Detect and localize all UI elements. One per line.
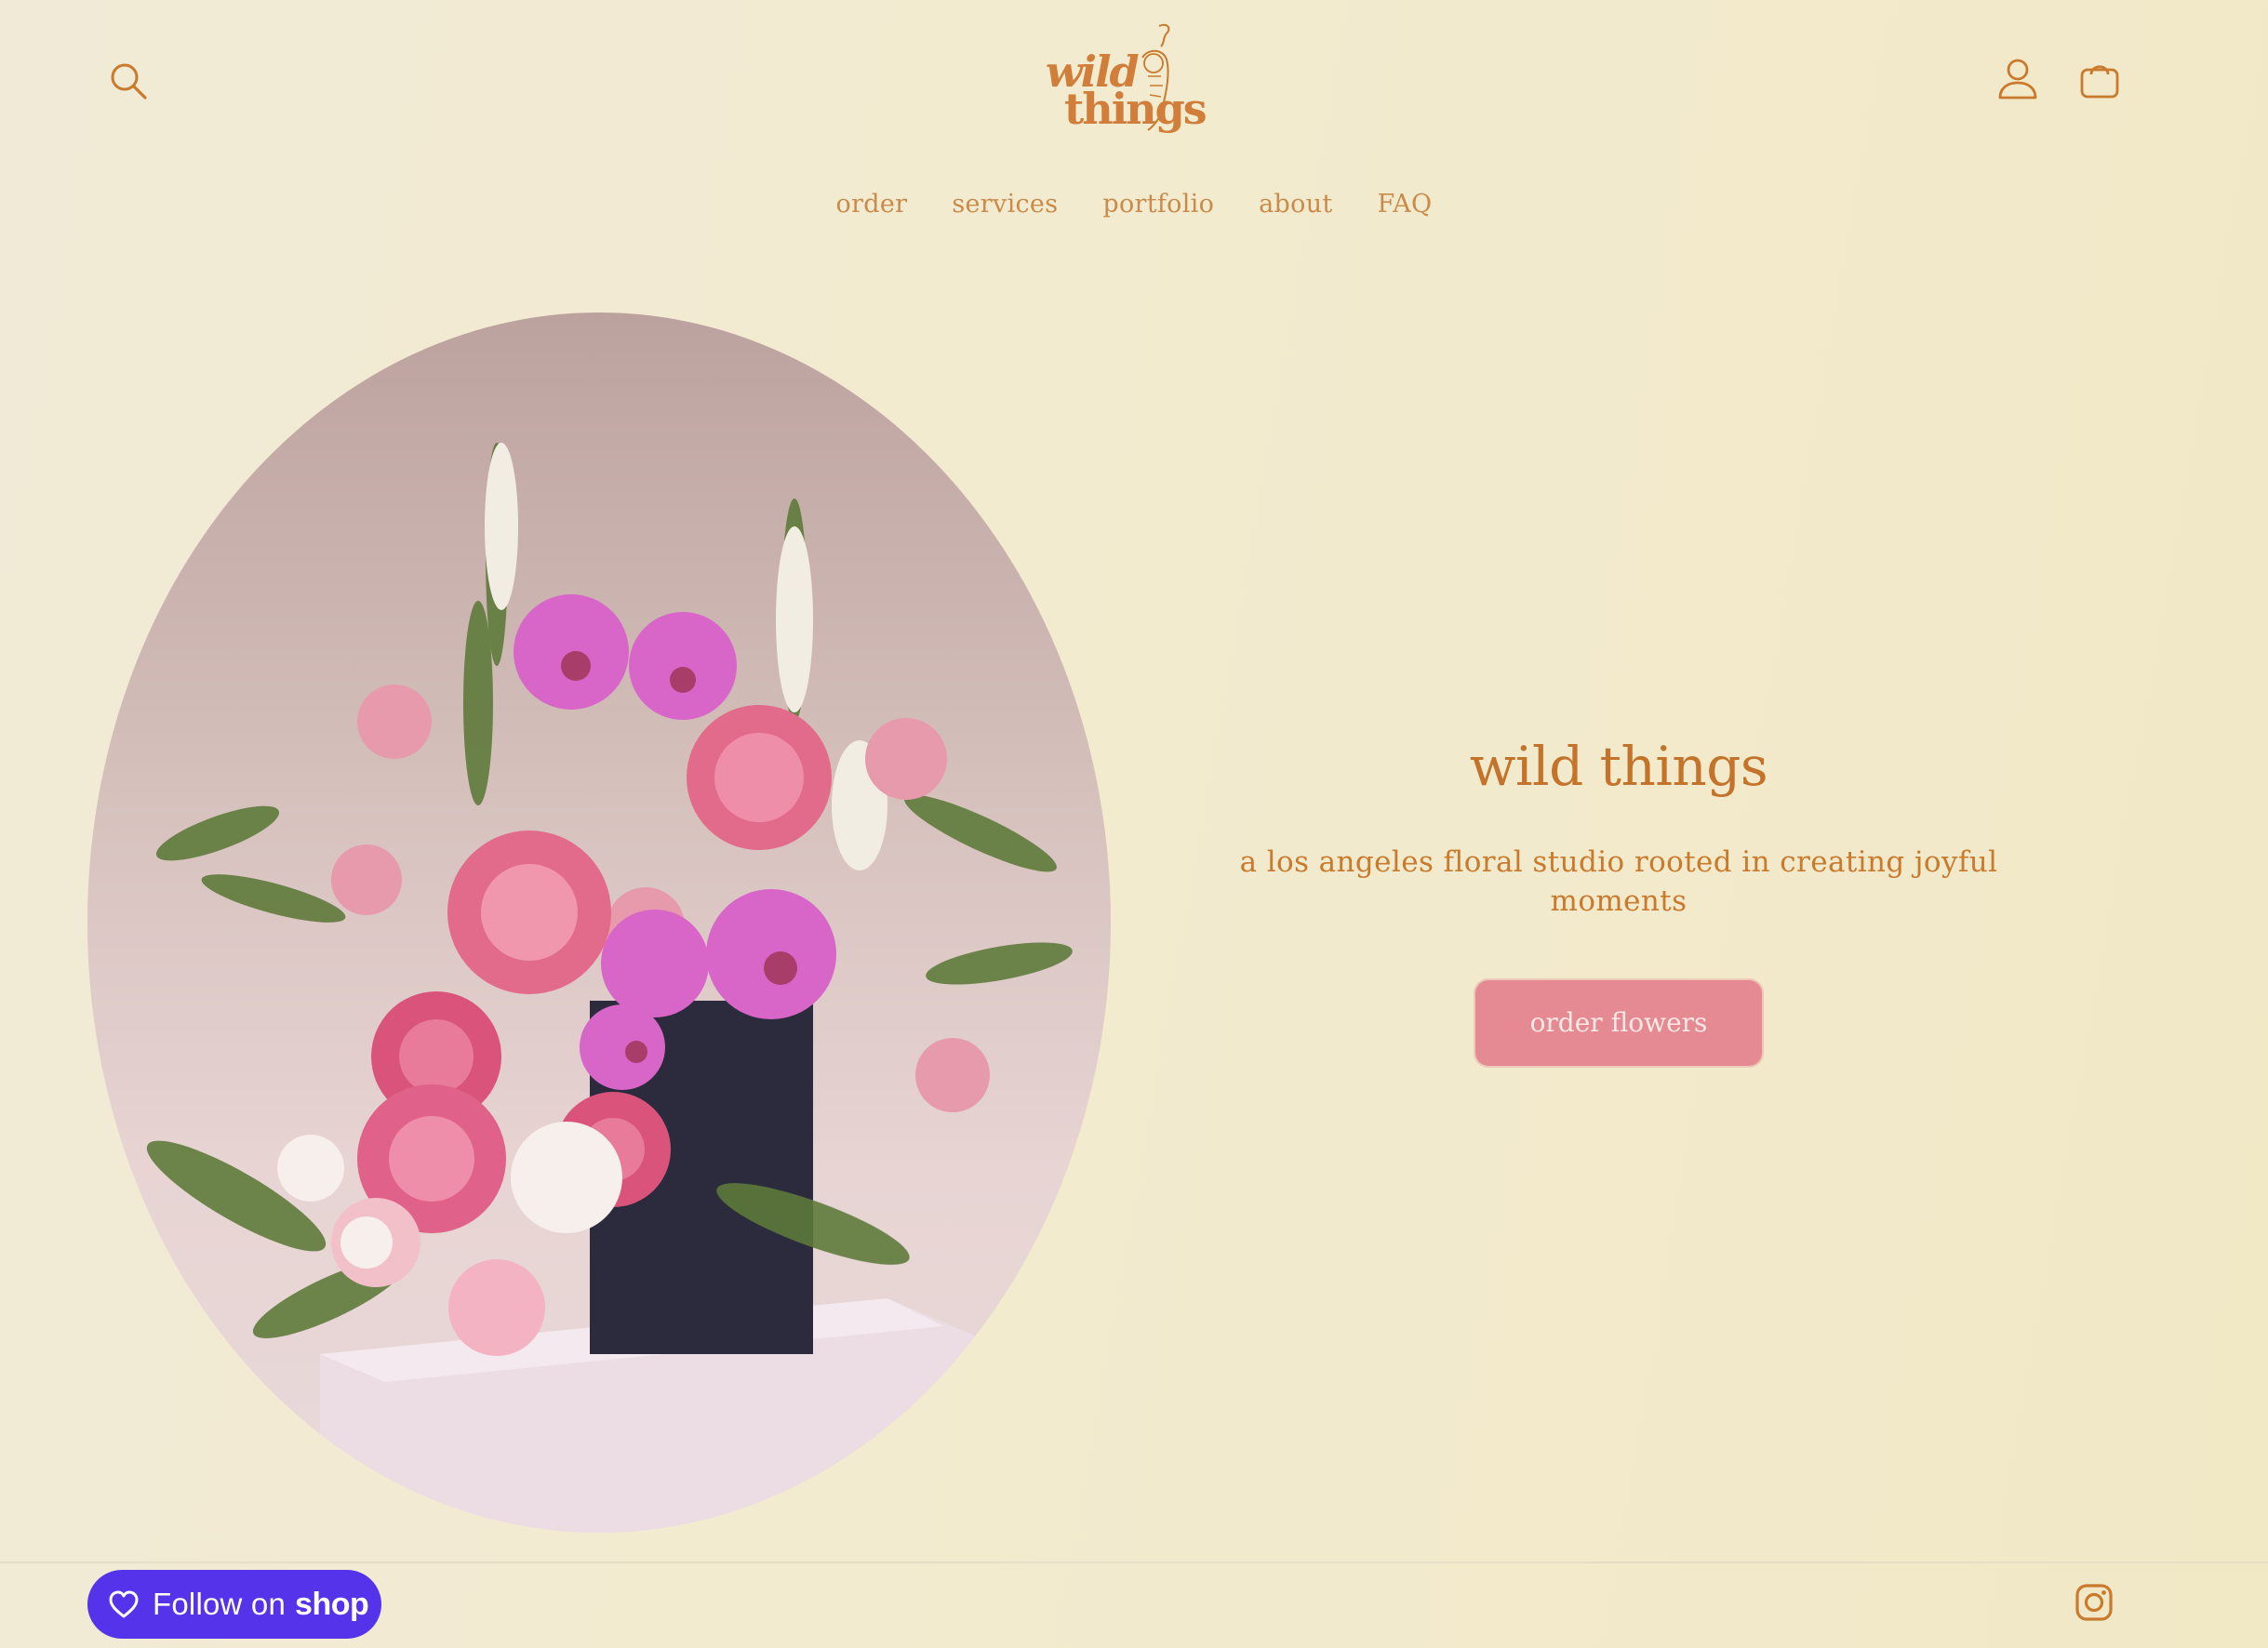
shop-brand-label: shop bbox=[295, 1586, 369, 1622]
hero-subtitle: a los angeles floral studio rooted in cr… bbox=[1239, 845, 1998, 918]
follow-on-shop-button[interactable]: Follow on shop bbox=[87, 1570, 381, 1639]
search-button[interactable] bbox=[96, 48, 161, 113]
site-logo[interactable]: wild things bbox=[1040, 20, 1207, 141]
nav-item-order[interactable]: order bbox=[814, 182, 930, 226]
instagram-icon bbox=[2075, 1584, 2113, 1621]
follow-label: Follow on bbox=[153, 1587, 287, 1621]
nav-item-faq[interactable]: FAQ bbox=[1355, 182, 1455, 226]
nav-item-about[interactable]: about bbox=[1236, 182, 1354, 226]
heart-icon bbox=[108, 1589, 140, 1619]
account-button[interactable] bbox=[1985, 47, 2050, 112]
hero-title: wild things bbox=[1469, 735, 1768, 798]
hero-flower-image bbox=[87, 312, 1111, 1533]
floral-arrangement-illustration bbox=[146, 443, 1073, 1533]
nav-item-services[interactable]: services bbox=[929, 182, 1080, 226]
cart-icon bbox=[2080, 65, 2119, 99]
cart-button[interactable] bbox=[2067, 47, 2132, 112]
site-header: wild things order services portfolio abo… bbox=[0, 0, 2268, 242]
user-icon bbox=[1998, 59, 2037, 100]
order-flowers-button[interactable]: order flowers bbox=[1475, 980, 1762, 1066]
footer-divider bbox=[0, 1562, 2268, 1563]
logo-text-line2: things bbox=[1064, 84, 1207, 134]
main-nav: order services portfolio about FAQ bbox=[0, 182, 2268, 226]
hero-text-block: wild things a los angeles floral studio … bbox=[1191, 735, 2047, 1066]
search-icon bbox=[111, 63, 147, 100]
nav-item-portfolio[interactable]: portfolio bbox=[1080, 182, 1236, 226]
instagram-link[interactable] bbox=[2073, 1581, 2115, 1624]
